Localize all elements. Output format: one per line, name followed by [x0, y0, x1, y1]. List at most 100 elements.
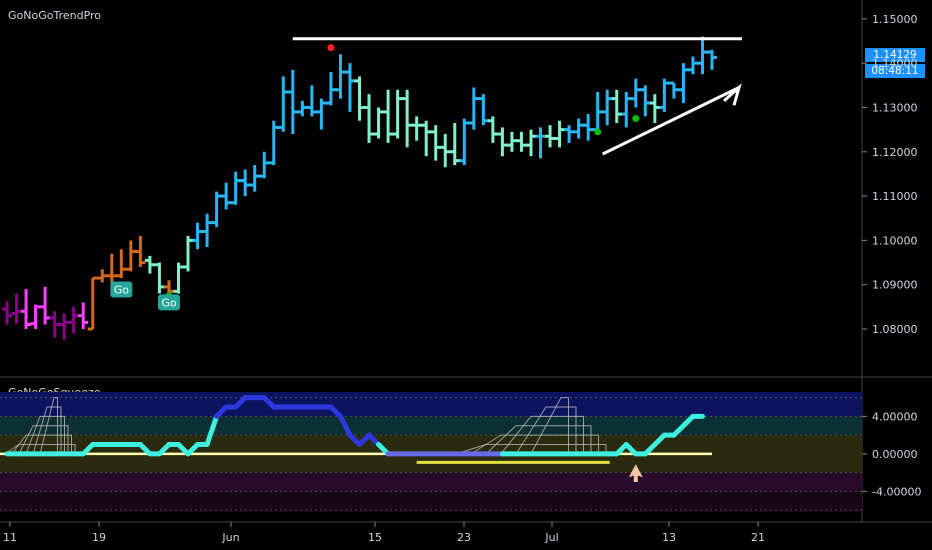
osc-band: [0, 416, 862, 436]
osc-band: [0, 472, 862, 492]
price-bar: [525, 129, 536, 157]
price-bar: [564, 125, 575, 143]
price-bar: [144, 255, 155, 274]
price-bar: [211, 191, 222, 228]
price-bar: [611, 89, 622, 123]
price-tick-label: 1.08000: [872, 323, 918, 336]
price-bar: [268, 120, 279, 166]
osc-tick-label: 4.00000: [872, 410, 918, 423]
price-bar: [592, 91, 603, 135]
price-bar: [2, 301, 12, 325]
price-bar: [383, 89, 394, 143]
time-tick-label: Jul: [544, 531, 558, 544]
price-bar: [154, 262, 165, 294]
price-bar: [621, 91, 632, 128]
trend-arrow-shaft: [602, 86, 740, 156]
price-bar: [506, 131, 517, 152]
price-bars: [2, 36, 717, 341]
price-bar: [554, 120, 565, 148]
price-bar: [354, 76, 365, 121]
price-bar: [649, 94, 660, 123]
price-bar: [602, 89, 613, 126]
price-bar: [125, 240, 136, 272]
price-bar: [230, 171, 241, 205]
price-bar: [535, 127, 546, 159]
price-bar: [687, 56, 698, 75]
price-tick-label: 1.13000: [872, 101, 918, 114]
go-countertrend-dot: [594, 128, 602, 136]
price-bar: [287, 69, 298, 135]
time-tick-label: 19: [92, 531, 106, 544]
price-bar: [640, 85, 651, 117]
time-tick-label: 23: [457, 531, 471, 544]
price-bar: [411, 116, 422, 141]
price-bar: [430, 125, 441, 161]
price-bar: [68, 306, 79, 334]
price-bar: [249, 165, 260, 192]
price-bar: [440, 134, 451, 168]
chart-canvas[interactable]: Go Go 1.15000 1.14000 1.13000 1.12000 1.11000…: [0, 0, 932, 550]
go-badge-label: Go: [114, 284, 130, 297]
price-bar: [306, 85, 317, 117]
price-tick-label: 1.09000: [872, 279, 918, 292]
price-bar: [87, 276, 98, 331]
price-bar: [516, 131, 527, 152]
price-bar: [40, 286, 51, 325]
price-bar: [697, 36, 708, 75]
price-tick-label: 1.12000: [872, 146, 918, 159]
time-tick-label: 13: [662, 531, 676, 544]
price-bar: [21, 289, 32, 329]
price-tick-label: 1.10000: [872, 234, 918, 247]
price-tick-label: 1.15000: [872, 13, 918, 26]
price-bar: [97, 269, 108, 283]
price-bar: [659, 78, 670, 112]
price-bar: [240, 169, 251, 197]
price-bar: [344, 63, 355, 112]
price-bar: [497, 127, 508, 157]
price-bar: [573, 118, 584, 139]
price-bar: [106, 253, 117, 283]
price-bar: [278, 76, 289, 132]
price-bar: [487, 116, 498, 143]
price-bar: [316, 98, 327, 130]
price-bar: [364, 94, 375, 143]
price-tick-label: 1.11000: [872, 190, 918, 203]
price-bar: [78, 302, 89, 329]
price-bar: [259, 151, 270, 179]
price-bar: [192, 222, 203, 250]
price-bar: [373, 107, 384, 139]
time-tick-label: 11: [3, 531, 17, 544]
price-bar: [421, 120, 432, 157]
price-bar: [135, 235, 146, 267]
price-bar: [49, 311, 60, 338]
osc-tick-label: 0.00000: [872, 448, 918, 461]
osc-band: [0, 392, 862, 417]
osc-tick-label: -4.00000: [872, 485, 921, 498]
trend-annotations: Go Go: [110, 37, 742, 311]
time-tick-label: Jun: [221, 531, 239, 544]
go-countertrend-dot: [632, 115, 640, 123]
price-bar: [707, 49, 717, 70]
price-bar: [183, 235, 194, 272]
price-bar: [116, 249, 127, 279]
time-tick-label: 15: [368, 531, 382, 544]
price-bar: [30, 304, 41, 329]
price-bar: [221, 182, 232, 210]
price-bar: [173, 262, 184, 294]
price-bar: [545, 125, 556, 148]
price-bar: [402, 89, 413, 148]
time-tick-label: 21: [751, 531, 765, 544]
price-bar: [59, 313, 70, 341]
price-bar: [392, 89, 403, 139]
price-bar: [630, 78, 641, 108]
price-bar: [668, 81, 679, 99]
price-bar: [678, 63, 689, 104]
price-bar: [449, 122, 460, 166]
price-tick-label: 1.14000: [872, 57, 918, 70]
price-bar: [459, 118, 470, 166]
go-badge-label: Go: [161, 296, 177, 309]
price-bar: [325, 72, 336, 106]
price-bar: [202, 213, 213, 248]
price-bar: [11, 293, 22, 324]
price-bar: [297, 100, 308, 117]
